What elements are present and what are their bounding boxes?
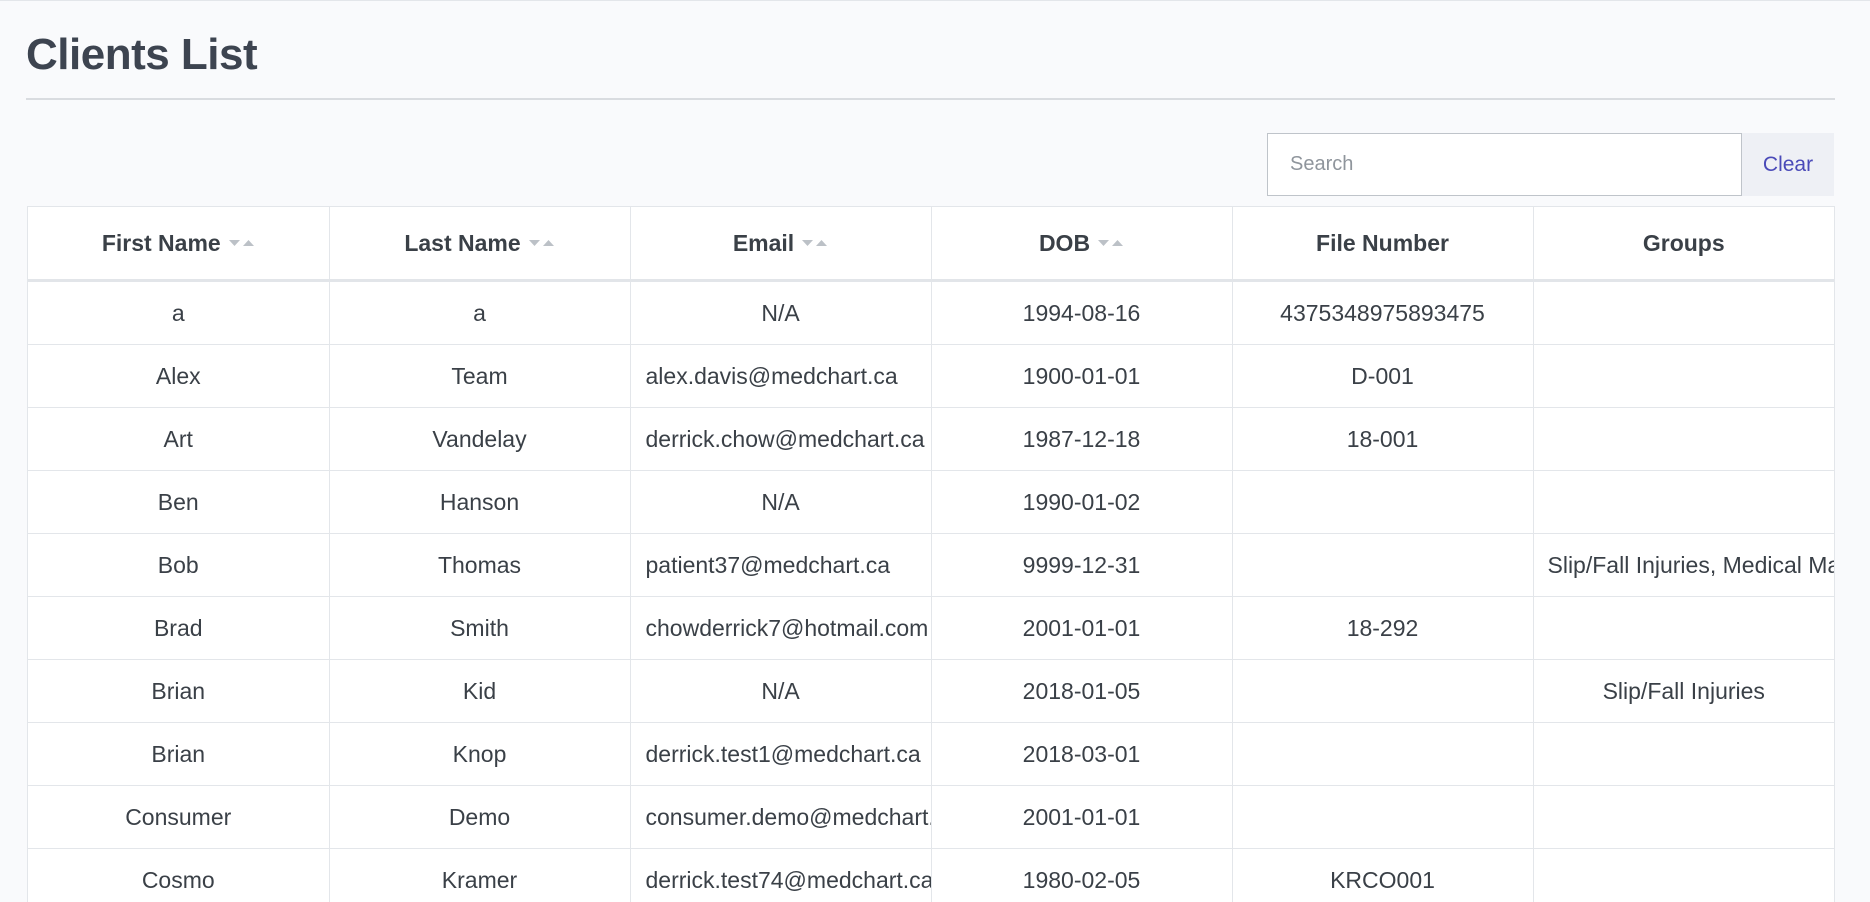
groups-cell [1533,722,1834,786]
column-header-email[interactable]: Email [630,207,932,282]
table-row[interactable]: Brian Knop derrick.test1@medchart.ca 2018-0… [28,722,1834,786]
email-cell: patient37@medchart.ca [630,533,932,597]
column-header-label: DOB [1038,229,1091,256]
table-row[interactable]: a a N/A 1994-08-16 4375348975893475 [28,280,1834,345]
column-header-label: Groups [1642,229,1725,256]
title-divider [26,98,1835,100]
page-title: Clients List [26,30,258,79]
dob-cell: 1990-01-02 [931,470,1233,534]
groups-cell [1533,848,1834,902]
email-cell: derrick.test74@medchart.ca [630,848,932,902]
dob-cell: 1987-12-18 [931,407,1233,471]
clear-button[interactable]: Clear [1742,133,1834,196]
table-row[interactable]: Brian Kid N/A 2018-01-05 Slip/Fall Injuries [28,659,1834,723]
email-cell: derrick.chow@medchart.ca [630,407,932,471]
dob-cell: 2018-01-05 [931,659,1233,723]
file-number-cell: KRCO001 [1232,848,1534,902]
last-name-cell: Kid [329,659,631,723]
dob-cell: 1980-02-05 [931,848,1233,902]
email-cell: N/A [630,470,932,534]
first-name-cell: Brad [28,596,330,660]
groups-cell [1533,407,1834,471]
groups-cell: Slip/Fall Injuries, Medical Malpractice [1533,533,1834,597]
file-number-cell [1232,470,1534,534]
file-number-cell: 18-292 [1232,596,1534,660]
groups-cell [1533,280,1834,345]
dob-cell: 9999-12-31 [931,533,1233,597]
sort-icon[interactable] [1098,238,1124,248]
last-name-cell: Hanson [329,470,631,534]
dob-cell: 2001-01-01 [931,785,1233,849]
column-header-dob[interactable]: DOB [931,207,1233,282]
last-name-cell: Smith [329,596,631,660]
column-header-file-number: File Number [1232,207,1534,282]
email-cell: N/A [630,280,932,345]
dob-cell: 1900-01-01 [931,344,1233,408]
first-name-cell: Brian [28,659,330,723]
top-border [0,0,1870,1]
groups-cell [1533,596,1834,660]
last-name-cell: Thomas [329,533,631,597]
email-cell: derrick.test1@medchart.ca [630,722,932,786]
table-header-row: First Name Last Name Email DOB File Number Gr… [28,207,1834,282]
table-row[interactable]: Alex Team alex.davis@medchart.ca 1900-01-01… [28,344,1834,408]
table-row[interactable]: Cosmo Kramer derrick.test74@medchart.ca 198… [28,848,1834,902]
column-header-label: File Number [1316,229,1449,256]
first-name-cell: Consumer [28,785,330,849]
first-name-cell: Alex [28,344,330,408]
first-name-cell: Brian [28,722,330,786]
file-number-cell [1232,785,1534,849]
first-name-cell: Bob [28,533,330,597]
last-name-cell: a [329,280,631,345]
search-input[interactable] [1267,133,1742,196]
column-header-groups: Groups [1533,207,1834,282]
last-name-cell: Vandelay [329,407,631,471]
file-number-cell [1232,533,1534,597]
email-cell: N/A [630,659,932,723]
groups-cell [1533,785,1834,849]
table-row[interactable]: Bob Thomas patient37@medchart.ca 9999-12-31… [28,533,1834,597]
file-number-cell: 18-001 [1232,407,1534,471]
clients-table: First Name Last Name Email DOB File Number Gr… [27,206,1835,902]
email-cell: chowderrick7@hotmail.com [630,596,932,660]
file-number-cell: 4375348975893475 [1232,280,1534,345]
column-header-first-name[interactable]: First Name [28,207,330,282]
groups-cell [1533,344,1834,408]
dob-cell: 2001-01-01 [931,596,1233,660]
sort-icon[interactable] [528,238,555,248]
groups-cell: Slip/Fall Injuries [1533,659,1834,723]
last-name-cell: Kramer [329,848,631,902]
sort-icon[interactable] [802,238,828,248]
groups-cell [1533,470,1834,534]
file-number-cell [1232,722,1534,786]
first-name-cell: Cosmo [28,848,330,902]
dob-cell: 1994-08-16 [931,280,1233,345]
email-cell: alex.davis@medchart.ca [630,344,932,408]
dob-cell: 2018-03-01 [931,722,1233,786]
search-bar: Clear [1267,133,1834,196]
column-header-label: First Name [101,229,221,256]
last-name-cell: Knop [329,722,631,786]
column-header-label: Email [732,229,795,256]
column-header-label: Last Name [404,229,521,256]
file-number-cell [1232,659,1534,723]
first-name-cell: a [28,280,330,345]
last-name-cell: Team [329,344,631,408]
file-number-cell: D-001 [1232,344,1534,408]
table-row[interactable]: Brad Smith chowderrick7@hotmail.com 2001-01… [28,596,1834,660]
table-row[interactable]: Consumer Demo consumer.demo@medchart.ca 200… [28,785,1834,849]
column-header-last-name[interactable]: Last Name [329,207,631,282]
last-name-cell: Demo [329,785,631,849]
table-row[interactable]: Art Vandelay derrick.chow@medchart.ca 1987-… [28,407,1834,471]
sort-icon[interactable] [228,238,255,248]
table-row[interactable]: Ben Hanson N/A 1990-01-02 [28,470,1834,534]
email-cell: consumer.demo@medchart.ca [630,785,932,849]
table-body: a a N/A 1994-08-16 4375348975893475 Alex Team a… [28,280,1834,902]
first-name-cell: Art [28,407,330,471]
first-name-cell: Ben [28,470,330,534]
